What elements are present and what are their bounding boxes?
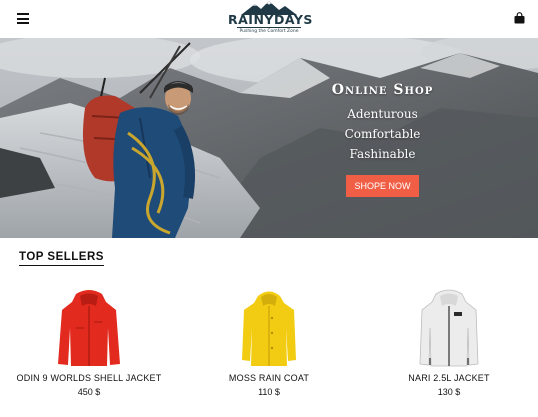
product-name: ODIN 9 WORLDS SHELL JACKET	[16, 373, 162, 383]
hero-line-comfortable: Comfortable	[344, 127, 421, 141]
product-card-moss-rain-coat[interactable]: MOSS RAIN COAT 110 $	[184, 288, 354, 397]
hero-title: Online Shop	[331, 82, 434, 98]
yellow-coat-image	[242, 291, 296, 366]
hero-banner: Online Shop Adenturous Comfortable Fashi…	[0, 38, 538, 238]
top-sellers-heading: TOP SELLERS	[19, 251, 104, 266]
hero-image-mountain-hiker	[0, 38, 538, 238]
shopping-bag-icon[interactable]	[514, 12, 525, 24]
product-name: NARI 2.5L JACKET	[408, 373, 490, 383]
product-price: 130 $	[437, 387, 461, 397]
hero-line-fashionable: Fashinable	[349, 147, 416, 161]
logo-tagline: Pushing the Comfort Zone	[237, 27, 301, 34]
shop-now-button[interactable]: SHOPE NOW	[346, 175, 419, 197]
red-jacket-image	[58, 290, 120, 366]
hero-line-adventurous: Adenturous	[347, 107, 418, 121]
product-price: 450 $	[77, 387, 101, 397]
product-price: 110 $	[258, 387, 280, 397]
site-header: RAINYDAYS Pushing the Comfort Zone	[0, 0, 538, 38]
hamburger-menu-icon[interactable]	[17, 13, 29, 24]
rainydays-logo[interactable]: RAINYDAYS Pushing the Comfort Zone	[228, 1, 313, 37]
hero-text-block: Online Shop Adenturous Comfortable Fashi…	[320, 82, 445, 161]
product-card-odin-jacket[interactable]: ODIN 9 WORLDS SHELL JACKET 450 $	[4, 288, 174, 397]
product-card-nari-jacket[interactable]: NARI 2.5L JACKET 130 $	[364, 288, 534, 397]
product-name: MOSS RAIN COAT	[228, 373, 310, 383]
logo-name: RAINYDAYS	[228, 12, 313, 27]
white-jacket-image	[419, 289, 479, 367]
